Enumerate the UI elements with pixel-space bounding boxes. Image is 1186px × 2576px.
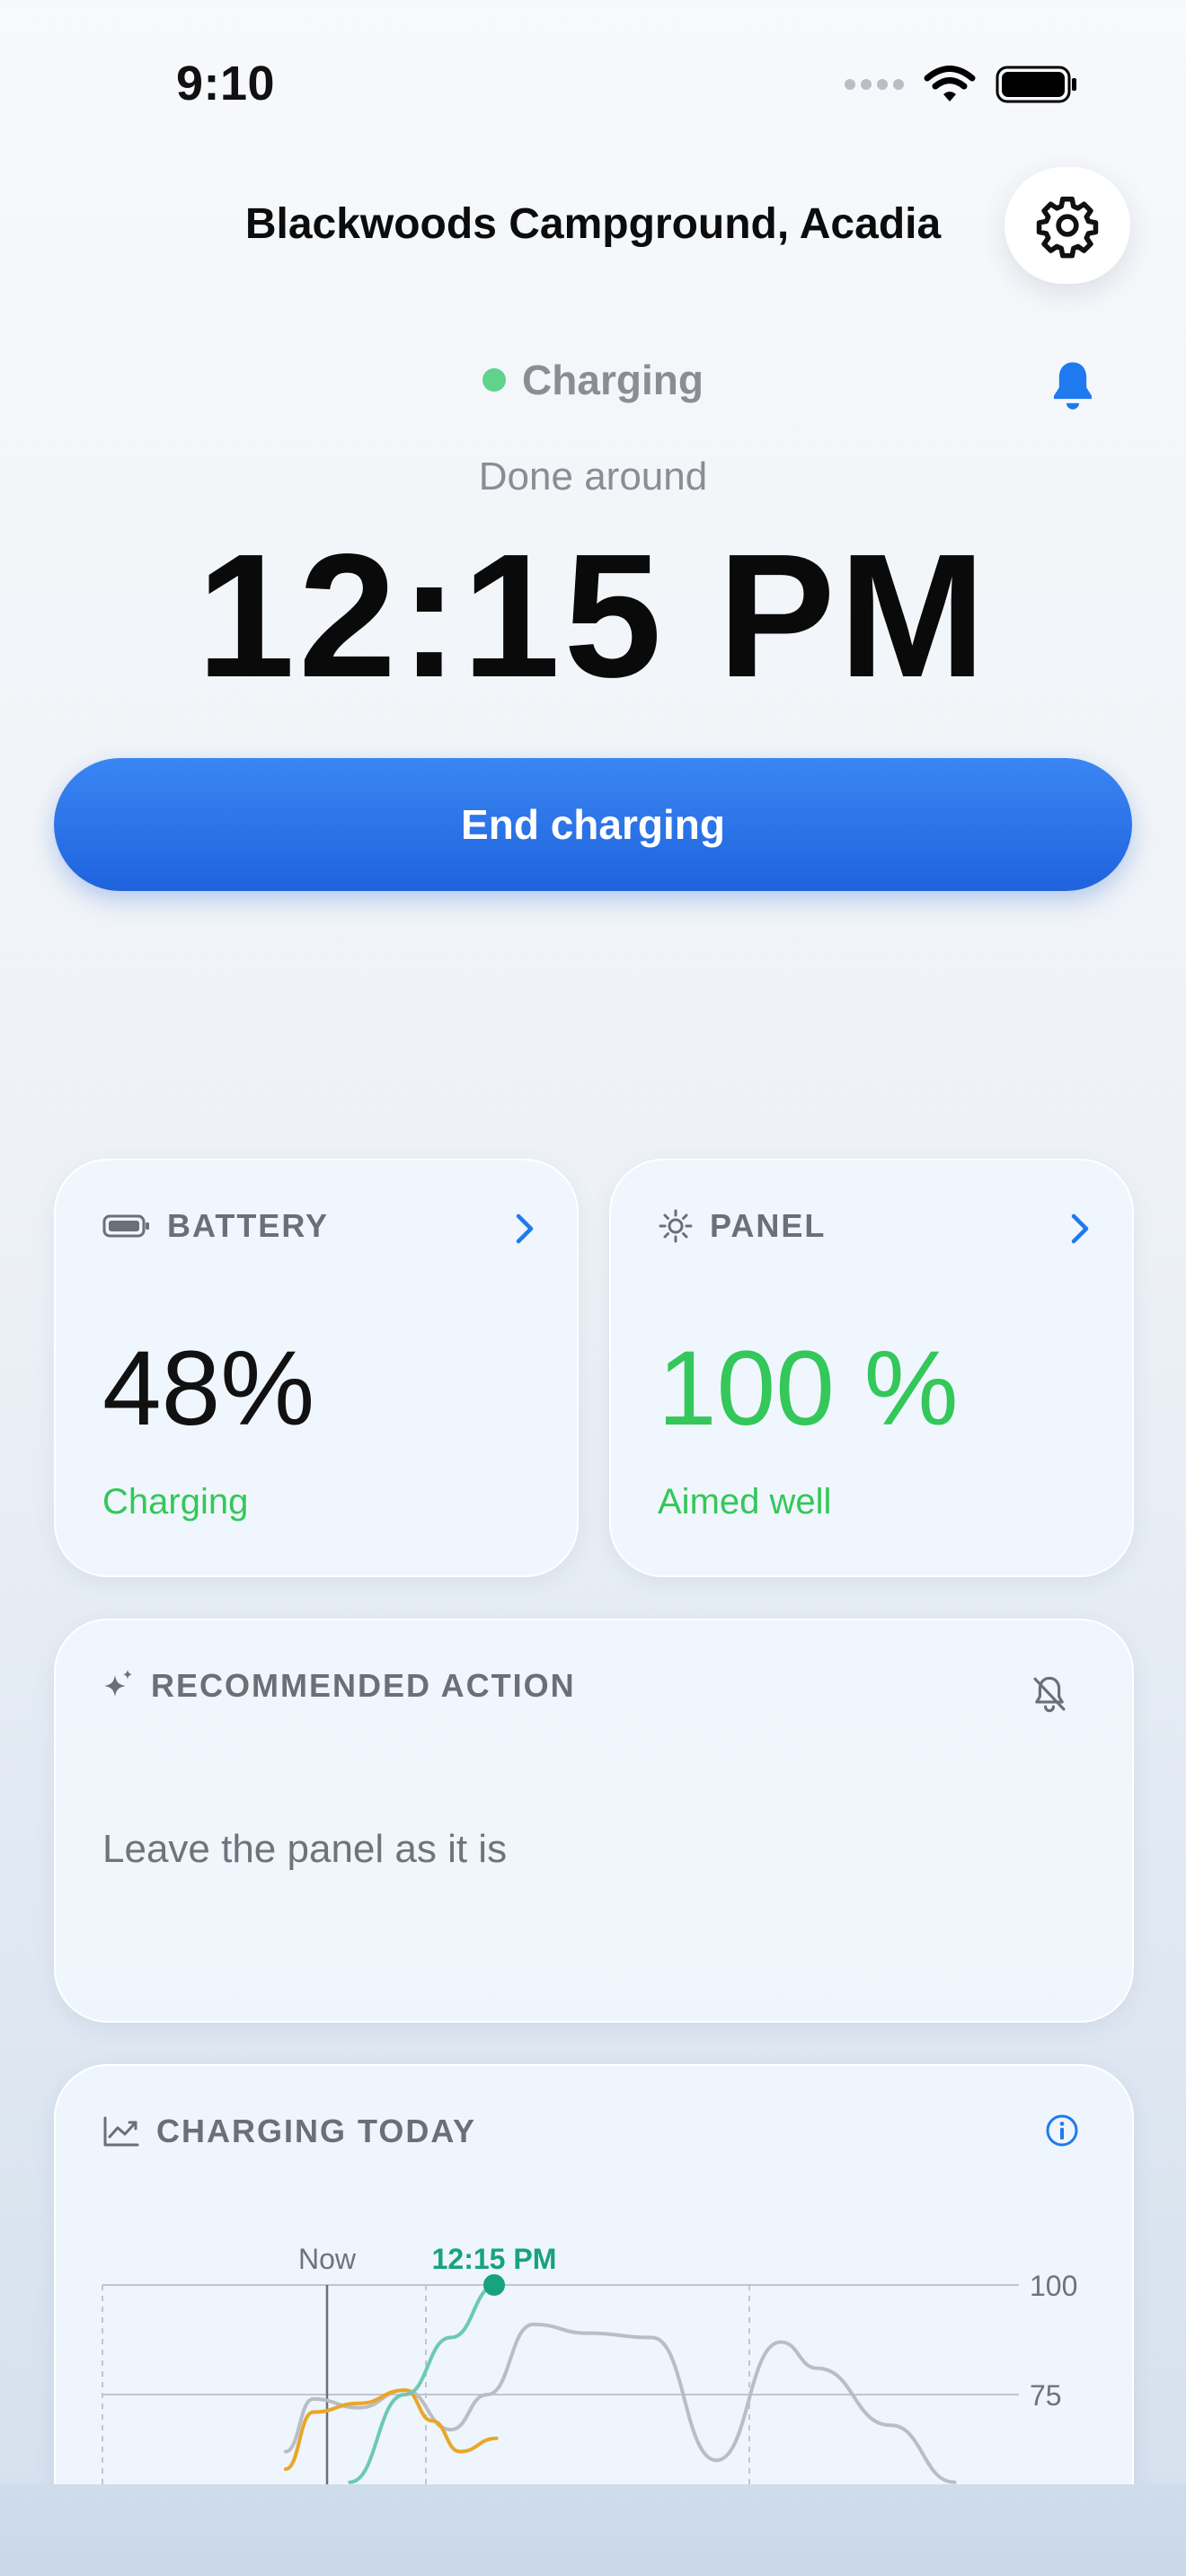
bell-slash-icon[interactable] (1030, 1674, 1069, 1716)
bell-icon (1054, 362, 1092, 410)
panel-card-header: PANEL (658, 1207, 826, 1245)
end-charging-button[interactable]: End charging (54, 758, 1132, 891)
sparkles-icon (104, 1670, 132, 1697)
gear-icon (1036, 196, 1099, 259)
panel-card[interactable]: PANEL 100 % Aimed well (609, 1159, 1134, 1577)
battery-card-title: BATTERY (167, 1207, 329, 1244)
done-time-marker-label: 12:15 PM (432, 2243, 557, 2275)
chart-series (284, 2283, 957, 2484)
done-around-label: Done around (478, 454, 708, 498)
chevron-right-icon[interactable] (514, 1213, 535, 1245)
series-line-2 (348, 2283, 499, 2484)
recommended-action-text: Leave the panel as it is (102, 1827, 508, 1871)
recommended-action-title: RECOMMENDED ACTION (151, 1667, 576, 1704)
status-bar: 9:10 (0, 0, 1186, 171)
status-icons (845, 65, 1078, 104)
battery-value: 48% (102, 1329, 315, 1448)
done-time-marker (483, 2274, 505, 2296)
sun-icon (659, 1209, 693, 1243)
recommended-action-card: RECOMMENDED ACTION Leave the panel as it… (54, 1619, 1134, 2023)
battery-card-header: BATTERY (102, 1207, 329, 1245)
panel-status: Aimed well (658, 1482, 832, 1522)
series-line-0 (284, 2322, 957, 2484)
status-dot (482, 368, 507, 392)
chevron-right-icon[interactable] (1069, 1213, 1091, 1245)
panel-card-title: PANEL (710, 1207, 827, 1244)
charging-status-label: Charging (522, 357, 704, 403)
battery-card[interactable]: BATTERY 48% Charging (54, 1159, 579, 1577)
battery-icon (102, 1214, 149, 1238)
panel-value: 100 % (658, 1329, 959, 1448)
y-tick-label: 100 (1030, 2270, 1077, 2302)
done-time: 12:15 PM (197, 517, 989, 714)
recommended-action-header: RECOMMENDED ACTION (102, 1667, 576, 1705)
charging-status: Charging (0, 356, 1186, 404)
wifi-icon (924, 66, 976, 101)
status-time: 9:10 (176, 57, 276, 110)
settings-button[interactable] (1005, 167, 1130, 284)
now-label: Now (298, 2243, 357, 2275)
notification-button[interactable] (1048, 357, 1098, 413)
y-tick-label: 75 (1030, 2379, 1062, 2412)
battery-status: Charging (102, 1482, 249, 1522)
battery-status-icon (996, 66, 1076, 103)
cellular-signal-icon (845, 79, 904, 90)
bottom-fade (0, 2484, 1186, 2576)
